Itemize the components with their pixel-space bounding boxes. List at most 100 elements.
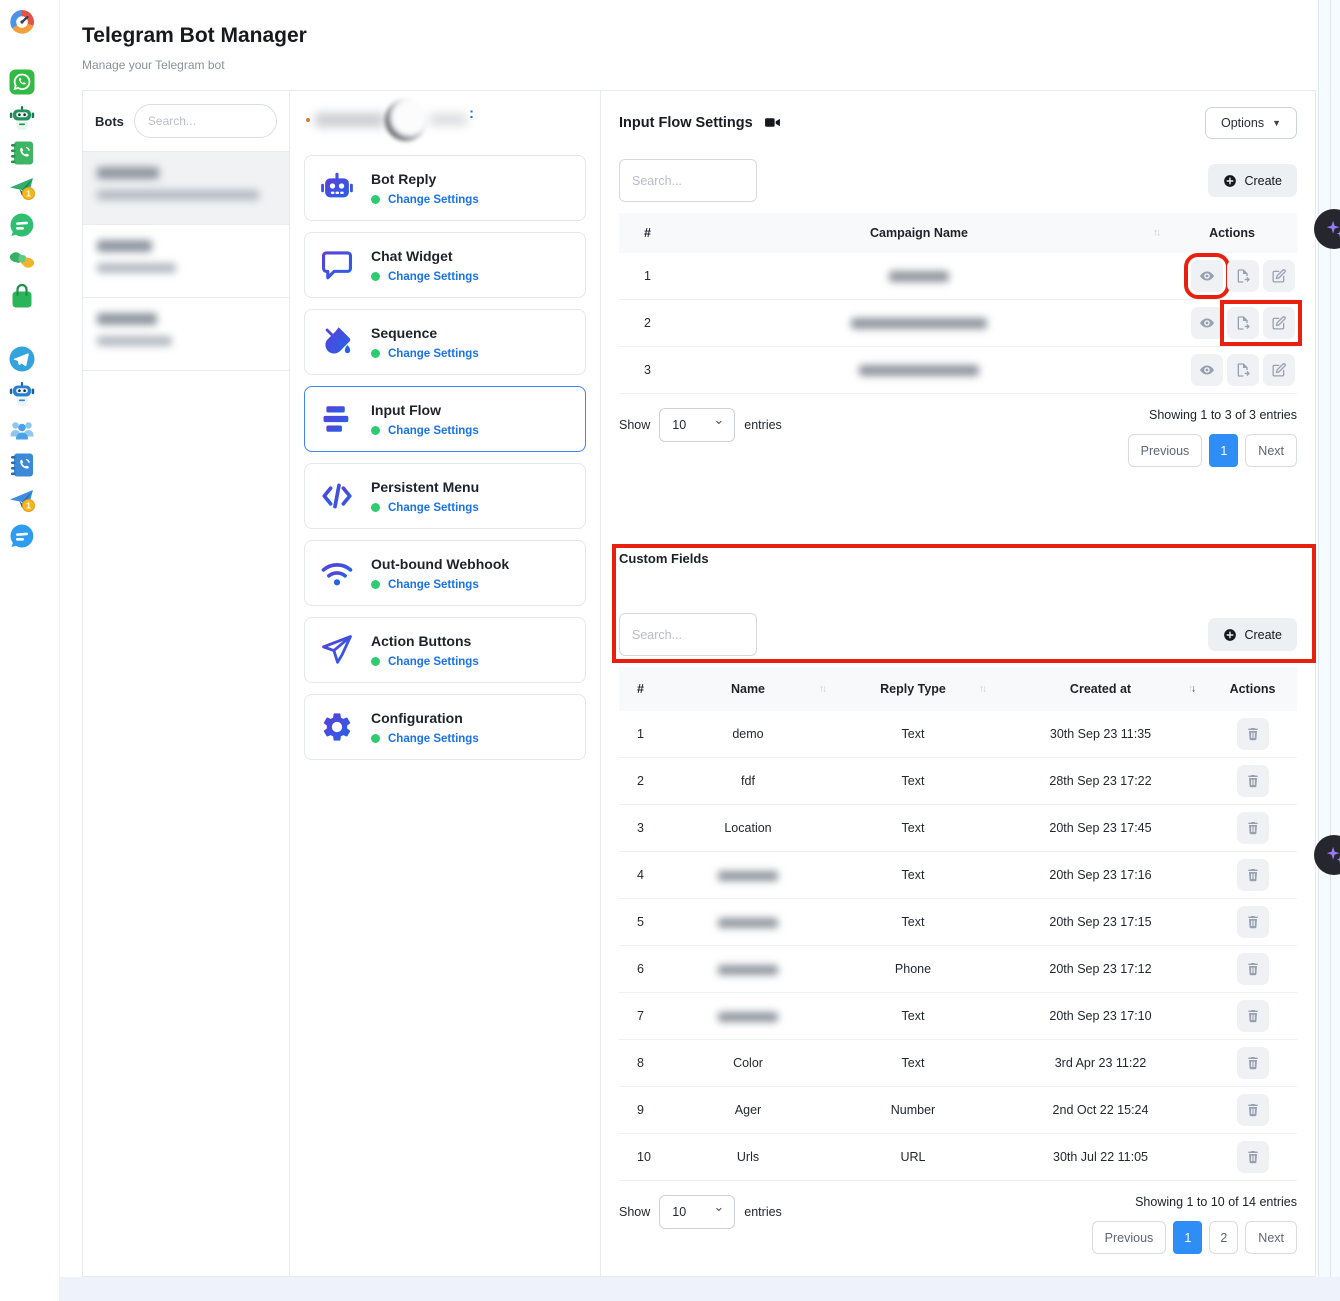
contacts-blue-icon[interactable]	[8, 451, 36, 479]
col-header-num[interactable]: #	[619, 213, 671, 253]
main-content: Telegram Bot Manager Manage your Telegra…	[60, 0, 1318, 1277]
page-size-select[interactable]: 10	[659, 1195, 735, 1229]
broadcast-blue-icon[interactable]: 1	[8, 486, 36, 514]
dashboard-gauge-icon[interactable]	[8, 8, 36, 36]
change-settings-link[interactable]: Change Settings	[388, 502, 479, 514]
row-number: 3	[619, 805, 663, 852]
create-custom-field-button[interactable]: Create	[1208, 618, 1297, 651]
export-button[interactable]	[1227, 260, 1259, 292]
chat-green-icon[interactable]	[8, 211, 36, 239]
reply-type-cell: Text	[833, 852, 993, 899]
svg-text:1: 1	[26, 189, 31, 199]
status-dot-icon	[371, 734, 380, 743]
scrollbar-track[interactable]	[1318, 0, 1340, 1301]
status-dot-icon	[371, 272, 380, 281]
custom-field-row: 8ColorText3rd Apr 23 11:22	[619, 1040, 1297, 1087]
settings-card-action-buttons[interactable]: Action Buttons Change Settings	[304, 617, 586, 683]
campaign-search-input[interactable]	[619, 159, 757, 202]
edit-button[interactable]	[1263, 307, 1295, 339]
change-settings-link[interactable]: Change Settings	[388, 194, 479, 206]
campaign-row: 3	[619, 347, 1297, 394]
settings-card-out-bound-webhook[interactable]: Out-bound WebhookChange Settings	[304, 540, 586, 606]
settings-card-persistent-menu[interactable]: Persistent MenuChange Settings	[304, 463, 586, 529]
settings-card-title: Action Buttons	[371, 633, 479, 649]
delete-button[interactable]	[1237, 718, 1269, 750]
shop-bag-icon[interactable]	[8, 282, 36, 310]
col-header-num[interactable]: #	[619, 667, 663, 711]
delete-button[interactable]	[1237, 1000, 1269, 1032]
section-title: Input Flow Settings	[619, 115, 753, 131]
created-at-cell: 28th Sep 23 17:22	[993, 758, 1208, 805]
settings-card-bot-reply[interactable]: Bot ReplyChange Settings	[304, 155, 586, 221]
settings-card-input-flow[interactable]: Input FlowChange Settings	[304, 386, 586, 452]
change-settings-link[interactable]: Change Settings	[388, 733, 479, 745]
delete-button[interactable]	[1237, 906, 1269, 938]
change-settings-link[interactable]: Change Settings	[388, 656, 479, 668]
contacts-green-icon[interactable]	[8, 139, 36, 167]
page-number-button[interactable]: 2	[1209, 1221, 1238, 1254]
next-page-button[interactable]: Next	[1245, 1221, 1297, 1254]
campaign-name-cell	[671, 253, 1167, 300]
created-at-cell: 20th Sep 23 17:10	[993, 993, 1208, 1040]
delete-button[interactable]	[1237, 765, 1269, 797]
delete-button[interactable]	[1237, 859, 1269, 891]
custom-fields-search-input[interactable]	[619, 613, 757, 656]
settings-card-sequence[interactable]: Sequence Change Settings	[304, 309, 586, 375]
bot-list-item[interactable]	[83, 298, 289, 371]
settings-card-chat-widget[interactable]: Chat WidgetChange Settings	[304, 232, 586, 298]
bot-list-item[interactable]	[83, 152, 289, 225]
status-dot-icon	[371, 195, 380, 204]
col-header-created-at[interactable]: Created at ↑↓	[993, 667, 1208, 711]
chat-blue-icon[interactable]	[8, 522, 36, 550]
page-number-button[interactable]: 1	[1173, 1221, 1202, 1254]
delete-button[interactable]	[1237, 953, 1269, 985]
col-header-reply-type[interactable]: Reply Type ↑↓	[833, 667, 993, 711]
settings-card-title: Sequence	[371, 325, 479, 341]
row-number: 1	[619, 711, 663, 758]
delete-button[interactable]	[1237, 812, 1269, 844]
view-button[interactable]	[1191, 260, 1223, 292]
col-header-campaign-name[interactable]: Campaign Name ↑↓	[671, 213, 1167, 253]
bot-list-item[interactable]	[83, 225, 289, 298]
edit-button[interactable]	[1263, 260, 1295, 292]
bots-search-input[interactable]	[134, 104, 277, 138]
field-name-cell: Color	[663, 1040, 833, 1087]
page-number-button[interactable]: 1	[1209, 434, 1238, 467]
previous-page-button[interactable]: Previous	[1092, 1221, 1167, 1254]
status-dot-icon	[371, 657, 380, 666]
robot-green-icon[interactable]	[8, 104, 36, 132]
view-button[interactable]	[1191, 307, 1223, 339]
telegram-icon[interactable]	[8, 345, 36, 373]
video-camera-icon[interactable]	[764, 114, 781, 131]
status-dot-icon	[371, 503, 380, 512]
change-settings-link[interactable]: Change Settings	[388, 579, 479, 591]
create-campaign-button[interactable]: Create	[1208, 164, 1297, 197]
next-page-button[interactable]: Next	[1245, 434, 1297, 467]
options-button[interactable]: Options▼	[1205, 107, 1297, 139]
field-name-cell: Urls	[663, 1134, 833, 1181]
page-size-select[interactable]: 10	[659, 408, 735, 442]
delete-button[interactable]	[1237, 1094, 1269, 1126]
delete-button[interactable]	[1237, 1047, 1269, 1079]
export-button[interactable]	[1227, 307, 1259, 339]
field-name-cell	[663, 899, 833, 946]
col-header-name[interactable]: Name ↑↓	[663, 667, 833, 711]
robot-blue-icon[interactable]	[8, 380, 36, 408]
whatsapp-icon[interactable]	[8, 68, 36, 96]
change-settings-link[interactable]: Change Settings	[388, 425, 479, 437]
settings-card-configuration[interactable]: ConfigurationChange Settings	[304, 694, 586, 760]
delete-button[interactable]	[1237, 1141, 1269, 1173]
export-button[interactable]	[1227, 354, 1259, 386]
edit-button[interactable]	[1263, 354, 1295, 386]
change-settings-link[interactable]: Change Settings	[388, 271, 479, 283]
bot-list	[83, 152, 289, 371]
sort-icon: ↑↓	[1153, 228, 1159, 239]
partnership-icon[interactable]	[8, 246, 36, 274]
row-number: 10	[619, 1134, 663, 1181]
audience-blue-icon[interactable]	[8, 416, 36, 444]
view-button[interactable]	[1191, 354, 1223, 386]
broadcast-green-icon[interactable]: 1	[8, 174, 36, 202]
previous-page-button[interactable]: Previous	[1128, 434, 1203, 467]
change-settings-link[interactable]: Change Settings	[388, 348, 479, 360]
custom-field-row: 5Text20th Sep 23 17:15	[619, 899, 1297, 946]
